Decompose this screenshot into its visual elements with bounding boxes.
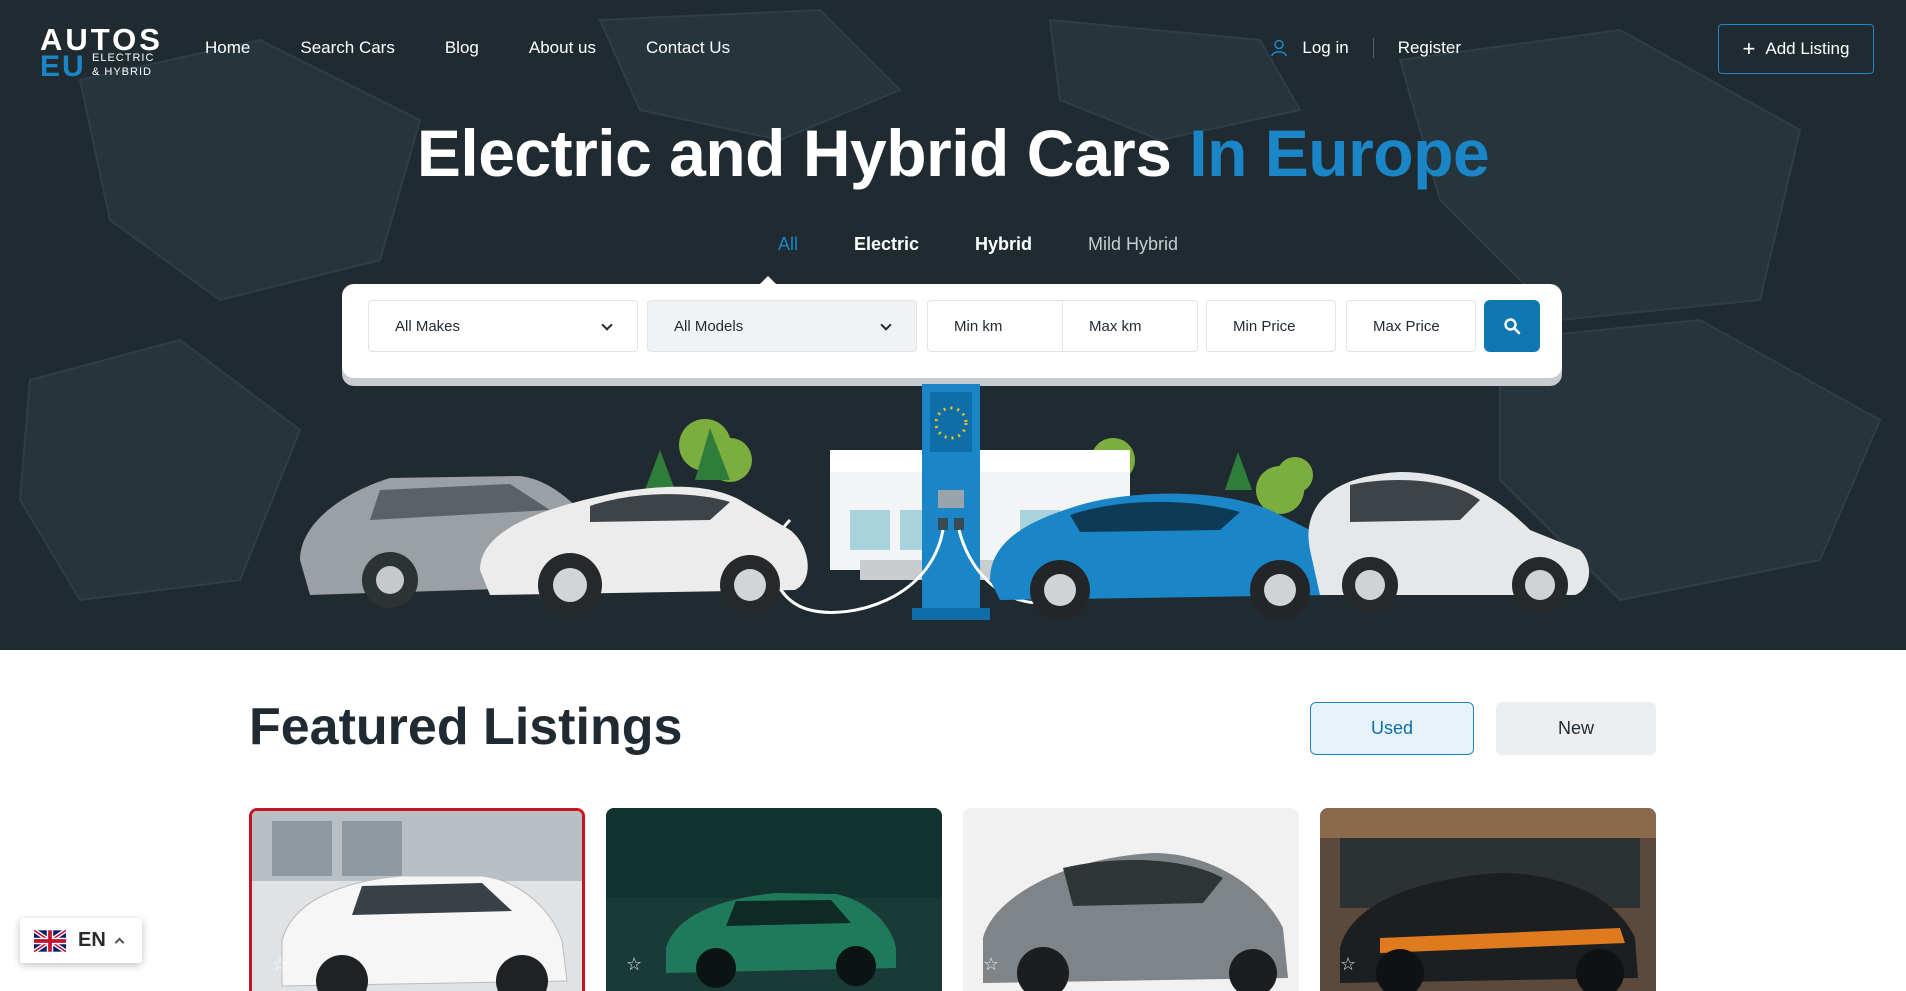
star-icon[interactable]: ☆: [272, 954, 288, 975]
models-select[interactable]: All Models: [647, 300, 917, 352]
min-price-input[interactable]: Min Price: [1206, 300, 1336, 352]
ev-charging-illustration: [300, 384, 1590, 620]
min-price-placeholder: Min Price: [1233, 317, 1296, 335]
max-price-input[interactable]: Max Price: [1346, 300, 1476, 352]
nav-blog[interactable]: Blog: [445, 38, 479, 58]
chevron-down-icon: [601, 319, 613, 331]
hero-title-accent: In Europe: [1189, 116, 1490, 190]
hero-title-main: Electric and Hybrid Cars: [416, 116, 1172, 190]
star-icon[interactable]: ☆: [626, 954, 642, 975]
nav-contact-us[interactable]: Contact Us: [646, 38, 730, 58]
listing-photo: [963, 808, 1299, 991]
listing-card[interactable]: ☆: [606, 808, 942, 991]
site-header: AUTOS EU ELECTRIC & HYBRID Home Search C…: [0, 0, 1906, 98]
listing-photo: [1320, 808, 1656, 991]
add-listing-button[interactable]: + Add Listing: [1718, 24, 1874, 74]
main-nav: Home Search Cars Blog About us Contact U…: [205, 38, 730, 58]
nav-search-cars[interactable]: Search Cars: [300, 38, 394, 58]
tab-electric[interactable]: Electric: [854, 234, 919, 255]
login-link[interactable]: Log in: [1302, 38, 1348, 58]
nav-home[interactable]: Home: [205, 38, 250, 58]
tab-all[interactable]: All: [778, 234, 798, 255]
logo-tagline-1: ELECTRIC: [92, 52, 155, 64]
search-panel: All Makes All Models Min km Max km Min P…: [342, 284, 1562, 378]
nav-about-us[interactable]: About us: [529, 38, 596, 58]
fuel-type-tabs: All Electric Hybrid Mild Hybrid: [0, 234, 1906, 255]
max-km-input[interactable]: Max km: [1062, 300, 1198, 352]
listing-card[interactable]: ☆: [1320, 808, 1656, 991]
language-code: EN: [78, 929, 106, 951]
tab-hybrid[interactable]: Hybrid: [975, 234, 1032, 255]
chevron-down-icon: [880, 319, 892, 331]
hero-title: Electric and Hybrid Cars In Europe: [0, 115, 1906, 191]
listing-photo: [606, 808, 942, 991]
featured-listings-title: Featured Listings: [249, 698, 683, 756]
tab-mild-hybrid[interactable]: Mild Hybrid: [1088, 234, 1178, 255]
star-icon[interactable]: ☆: [983, 954, 999, 975]
min-km-placeholder: Min km: [954, 317, 1003, 335]
logo-tagline-2: & HYBRID: [92, 66, 152, 78]
new-filter-button[interactable]: New: [1496, 702, 1656, 755]
makes-select[interactable]: All Makes: [368, 300, 638, 352]
account-links: Log in Register: [1270, 38, 1461, 58]
site-logo[interactable]: AUTOS EU ELECTRIC & HYBRID: [40, 22, 160, 83]
listing-photo: [252, 811, 582, 991]
max-price-placeholder: Max Price: [1373, 317, 1440, 335]
models-select-value: All Models: [674, 317, 744, 335]
account-divider: [1372, 38, 1374, 58]
register-link[interactable]: Register: [1398, 38, 1461, 58]
logo-wordmark-bottom: EU: [40, 50, 86, 83]
hero-section: AUTOS EU ELECTRIC & HYBRID Home Search C…: [0, 0, 1906, 650]
add-listing-label: Add Listing: [1765, 39, 1850, 58]
max-km-placeholder: Max km: [1089, 317, 1142, 335]
star-icon[interactable]: ☆: [1340, 954, 1356, 975]
min-km-input[interactable]: Min km: [927, 300, 1063, 352]
search-icon: [1504, 318, 1521, 335]
listing-card[interactable]: ☆: [963, 808, 1299, 991]
makes-select-value: All Makes: [395, 317, 461, 335]
plus-icon: +: [1742, 36, 1756, 61]
language-switcher[interactable]: EN: [20, 918, 142, 963]
used-filter-button[interactable]: Used: [1310, 702, 1474, 755]
listing-card[interactable]: ☆: [249, 808, 585, 991]
search-button[interactable]: [1484, 300, 1540, 352]
user-icon: [1271, 39, 1288, 57]
chevron-up-icon: [114, 937, 125, 948]
uk-flag-icon: [34, 929, 66, 952]
